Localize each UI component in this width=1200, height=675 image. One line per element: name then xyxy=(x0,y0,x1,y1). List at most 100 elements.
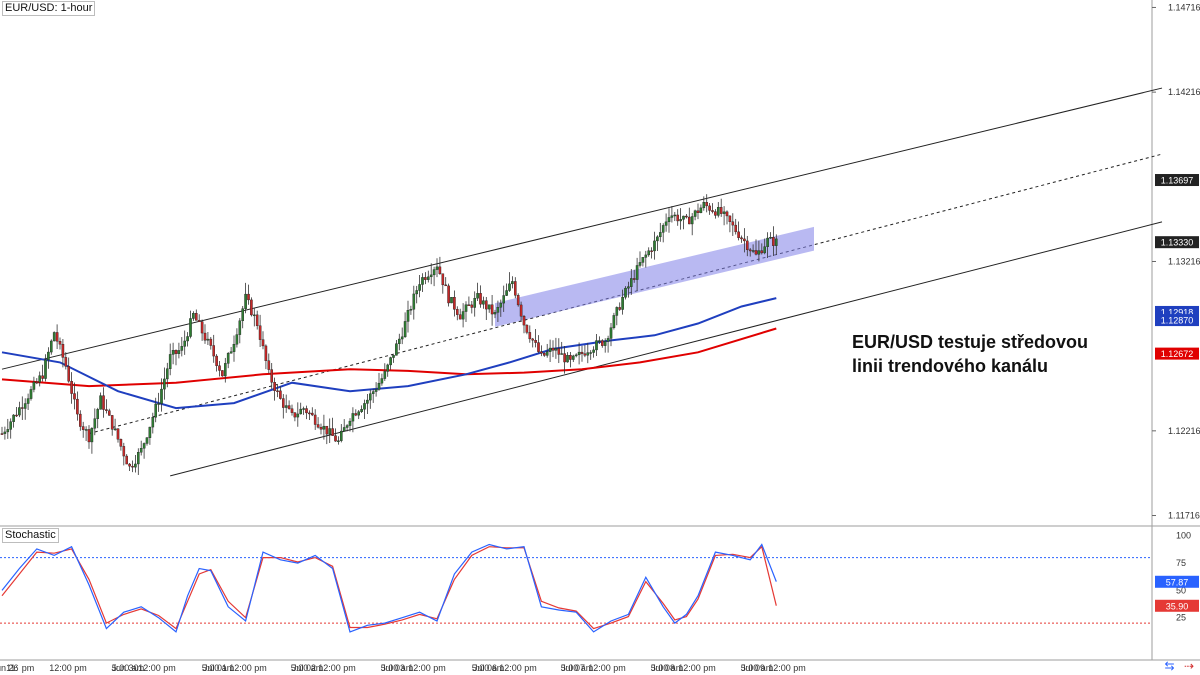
candle-bear xyxy=(601,340,604,346)
candle-bear xyxy=(519,304,523,317)
candle-bear xyxy=(267,360,271,370)
candle-bull xyxy=(50,340,53,353)
candle-bear xyxy=(424,277,427,280)
candle-bull xyxy=(44,359,47,379)
candle-bull xyxy=(641,257,645,263)
candle-bull xyxy=(23,403,27,409)
candle-bull xyxy=(168,354,172,369)
candle-bull xyxy=(389,357,392,366)
candle-bull xyxy=(380,378,384,384)
candle-bear xyxy=(279,390,282,399)
candle-bear xyxy=(746,240,749,250)
candle-bear xyxy=(708,205,711,211)
candle-bear xyxy=(107,410,111,416)
candle-bull xyxy=(574,354,578,357)
candle-bear xyxy=(632,278,636,280)
time-tick-label: pm xyxy=(22,663,35,673)
candle-bull xyxy=(624,287,627,298)
candle-bull xyxy=(337,440,340,442)
candle-bull xyxy=(151,417,155,428)
candle-bull xyxy=(363,403,366,410)
candle-bull xyxy=(299,408,303,415)
candle-bull xyxy=(369,393,372,401)
candle-bear xyxy=(760,250,764,254)
candle-bull xyxy=(769,236,772,239)
candle-bull xyxy=(560,353,563,355)
price-tick-label: 1.14216 xyxy=(1168,87,1200,97)
candle-bull xyxy=(395,343,398,356)
candle-bear xyxy=(218,365,221,371)
candle-bull xyxy=(229,351,233,354)
candle-bull xyxy=(340,430,343,441)
candle-bear xyxy=(110,415,114,430)
stoch-label-text: 57.87 xyxy=(1166,577,1189,587)
time-tick-label: 12:00 pm xyxy=(49,663,87,673)
candle-bear xyxy=(650,250,653,252)
candle-bull xyxy=(342,427,346,432)
candle-bull xyxy=(302,408,305,410)
candle-bear xyxy=(21,407,24,409)
candle-bear xyxy=(740,237,743,240)
candle-bear xyxy=(203,332,207,341)
candle-bull xyxy=(377,382,381,390)
price-label-text: 1.12672 xyxy=(1161,349,1194,359)
candle-bull xyxy=(183,340,187,347)
candle-bear xyxy=(276,390,279,392)
candle-bull xyxy=(90,428,94,443)
candle-bear xyxy=(273,382,276,391)
candle-bear xyxy=(197,320,201,322)
candle-bull xyxy=(357,411,361,416)
candle-bull xyxy=(722,211,726,214)
candle-bull xyxy=(775,238,778,246)
candle-bull xyxy=(32,381,36,390)
candle-bear xyxy=(261,339,265,347)
candle-bull xyxy=(757,250,761,255)
candle-bull xyxy=(93,418,97,429)
candle-bear xyxy=(563,353,566,363)
candle-bear xyxy=(200,321,204,334)
candle-bear xyxy=(714,211,717,216)
candle-bull xyxy=(653,240,656,252)
candle-bear xyxy=(522,316,526,326)
arrow-icon[interactable]: ⇢ xyxy=(1184,659,1194,673)
candle-bull xyxy=(99,395,102,410)
candle-bull xyxy=(603,341,607,346)
candle-bull xyxy=(47,351,50,360)
candle-bear xyxy=(485,300,488,310)
candle-bull xyxy=(421,277,424,285)
time-tick-label: 12:00 pm xyxy=(678,663,716,673)
candle-bear xyxy=(290,408,294,413)
candle-bull xyxy=(638,262,642,266)
candle-bear xyxy=(528,332,532,340)
candle-bear xyxy=(583,353,587,356)
candle-bull xyxy=(160,388,163,404)
candle-bull xyxy=(163,378,166,390)
candle-bear xyxy=(61,344,65,358)
price-label-text: 1.12870 xyxy=(1161,316,1194,326)
candle-bull xyxy=(630,278,633,287)
candle-bull xyxy=(673,214,677,217)
candle-bear xyxy=(737,231,740,238)
stoch-label-text: 35.90 xyxy=(1166,601,1189,611)
candle-bull xyxy=(52,332,56,342)
candle-bear xyxy=(313,414,317,425)
candle-bull xyxy=(635,265,639,280)
candle-bull xyxy=(113,428,117,430)
candle-bull xyxy=(427,276,430,280)
candle-bull xyxy=(505,290,508,296)
candle-bull xyxy=(235,334,239,345)
candle-bull xyxy=(667,217,671,223)
candle-bull xyxy=(609,327,613,339)
candle-bear xyxy=(325,425,329,435)
candle-bear xyxy=(70,380,73,394)
candle-bull xyxy=(418,284,421,291)
candle-bull xyxy=(621,297,624,310)
candle-bear xyxy=(41,375,44,379)
sync-icon[interactable]: ⇆ xyxy=(1165,659,1175,673)
candle-bull xyxy=(487,304,491,310)
price-label-text: 1.13697 xyxy=(1161,176,1194,186)
candle-bear xyxy=(696,210,700,213)
candle-bull xyxy=(371,391,375,394)
annotation-line-1: EUR/USD testuje středovou xyxy=(852,332,1089,352)
candle-bear xyxy=(734,224,737,233)
